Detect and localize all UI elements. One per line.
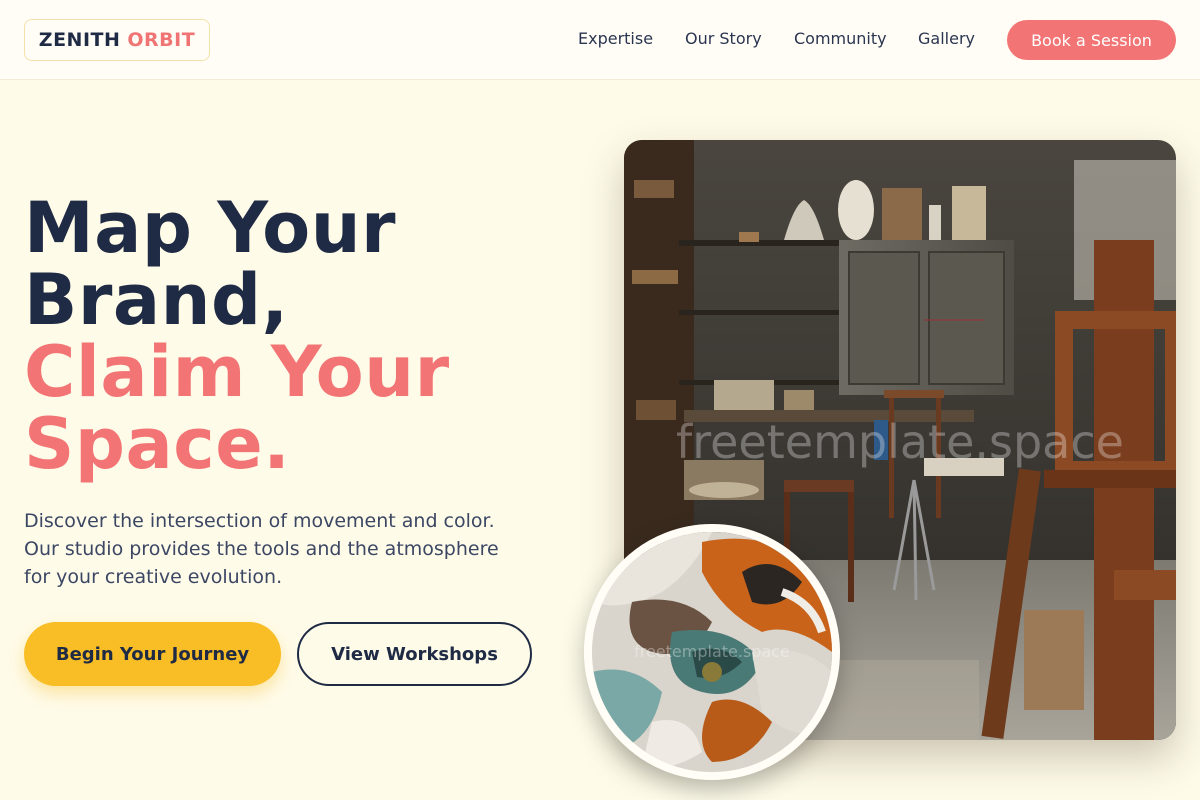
book-session-button[interactable]: Book a Session: [1007, 20, 1176, 60]
main-photo-watermark: freetemplate.space: [676, 415, 1124, 469]
paint-texture-photo: freetemplate.space: [584, 524, 840, 780]
brand-logo[interactable]: ZENITH ORBIT: [24, 19, 210, 61]
headline-line-1: Map Your: [24, 187, 397, 269]
view-workshops-button[interactable]: View Workshops: [297, 622, 532, 686]
nav-item-gallery[interactable]: Gallery: [918, 29, 975, 48]
brand-name-accent: ORBIT: [127, 29, 196, 51]
description-line-2: Our studio provides the tools and the at…: [24, 538, 499, 560]
nav-item-expertise[interactable]: Expertise: [578, 29, 653, 48]
description-line-3: for your creative evolution.: [24, 566, 283, 588]
begin-journey-button[interactable]: Begin Your Journey: [24, 622, 281, 686]
hero-headline: Map Your Brand, Claim Your Space.: [24, 192, 450, 480]
headline-accent-line-2: Space.: [24, 403, 291, 485]
nav-item-our-story[interactable]: Our Story: [685, 29, 762, 48]
nav-item-community[interactable]: Community: [794, 29, 887, 48]
headline-line-2: Brand,: [24, 259, 289, 341]
headline-accent-line-1: Claim Your: [24, 331, 450, 413]
site-header: ZENITH ORBIT Expertise Our Story Communi…: [0, 0, 1200, 80]
description-line-1: Discover the intersection of movement an…: [24, 510, 495, 532]
brand-name-primary: ZENITH: [38, 29, 121, 51]
circle-photo-watermark: freetemplate.space: [634, 642, 790, 661]
hero-description: Discover the intersection of movement an…: [24, 507, 564, 591]
